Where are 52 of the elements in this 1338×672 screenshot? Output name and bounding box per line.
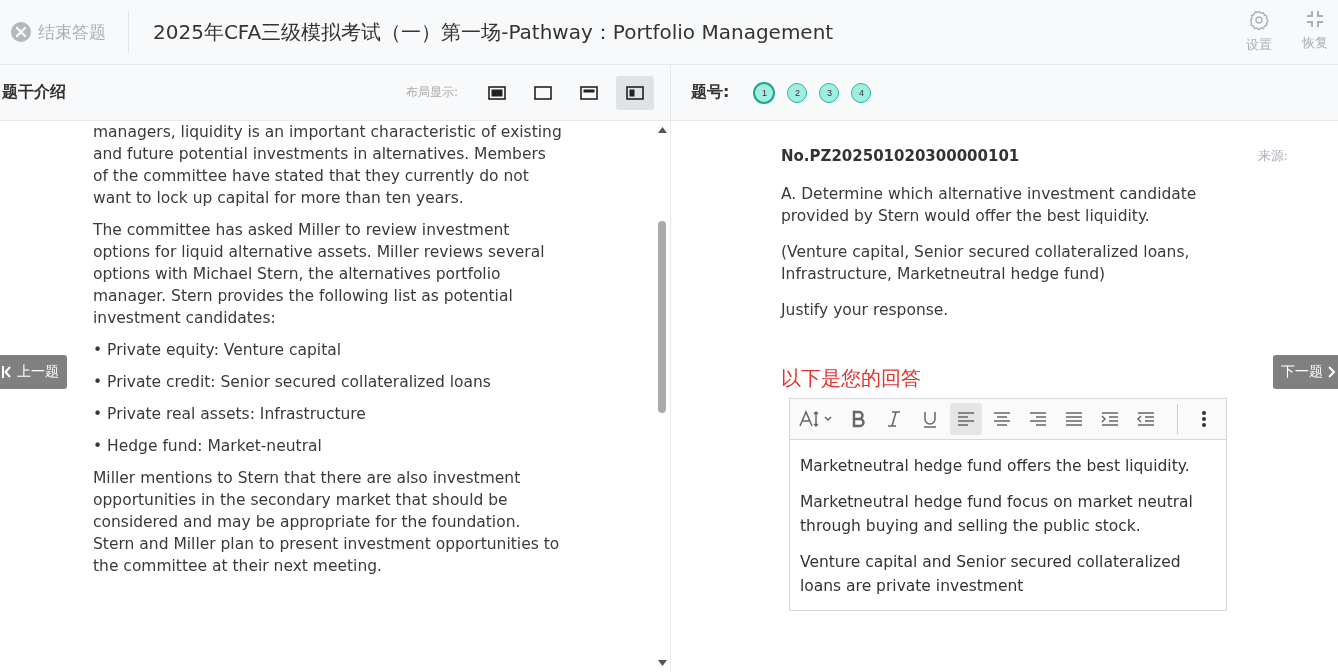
layout-plain-icon [534, 85, 552, 100]
panel-title: 题干介绍 [2, 82, 66, 103]
align-left-icon [956, 409, 976, 429]
passage-paragraph: Miller mentions to Stern that there are also investment opportunities in the secondary market that should be considered and may be appropriate for the foundation. Stern and Miller plan to present investment opportunities to the committee at their next meeting. [93, 468, 561, 577]
passage-paragraph: • Private real assets: Infrastructure [93, 404, 367, 425]
question-number-button[interactable]: 4 [851, 82, 872, 103]
source-label: 来源: [1257, 147, 1288, 165]
font-size-icon [799, 409, 835, 429]
scrollbar-thumb[interactable] [658, 221, 666, 413]
restore-button[interactable]: 恢复 [1302, 10, 1328, 54]
layout-left-icon [626, 85, 644, 100]
passage-paragraph: • Private equity: Venture capital [93, 340, 342, 361]
question-number-button[interactable]: 1 [753, 81, 776, 104]
previous-question-button[interactable]: 上一题 [0, 355, 67, 389]
answer-paragraph: Marketneutral hedge fund focus on market neutral through buying and selling the public stock. [800, 492, 1194, 537]
passage-paragraph: The committee has asked Miller to review investment options for liquid alternative assets. Miller reviews several options with Michael Stern, the alternatives portfolio manager. Stern provides the following list as potential investment candidates: [93, 220, 546, 329]
chevron-right-icon [1328, 366, 1336, 378]
question-text: (Venture capital, Senior secured collateralized loans, Infrastructure, Marketneutral hedge fund) [781, 242, 1191, 285]
question-text: Justify your response. [781, 300, 950, 321]
next-question-button[interactable]: 下一题 [1273, 355, 1338, 389]
layout-button[interactable] [616, 75, 654, 110]
end-exam-button[interactable]: 结束答题 [10, 20, 106, 44]
layout-top-icon [580, 85, 598, 100]
justify-icon [1064, 409, 1084, 429]
layout-full-icon [488, 85, 506, 100]
settings-button[interactable]: 设置 [1246, 10, 1272, 54]
scroll-down-icon[interactable] [657, 660, 667, 666]
exam-title: 2025年CFA三级模拟考试（一）第一场-Pathway：Portfolio Management [153, 18, 835, 46]
align-center-icon [992, 409, 1012, 429]
layout-label: 布局显示: [405, 84, 458, 101]
passage-paragraph: • Hedge fund: Market-neutral [93, 436, 323, 457]
chevron-left-icon [2, 366, 12, 378]
answer-paragraph: Marketneutral hedge fund offers the best liquidity. [800, 456, 1191, 477]
more-icon [1201, 409, 1207, 429]
settings-icon [1249, 10, 1269, 30]
question-id: No.PZ202501020300000101 [781, 147, 1020, 165]
passage-paragraph: • Private credit: Senior secured collateralized loans [93, 372, 492, 393]
question-number-button[interactable]: 3 [819, 82, 840, 103]
align-left-button[interactable] [950, 403, 982, 435]
outdent-icon [1136, 409, 1156, 429]
scroll-up-icon[interactable] [657, 127, 667, 133]
align-right-icon [1028, 409, 1048, 429]
question-number-button[interactable]: 2 [787, 82, 808, 103]
indent-icon [1100, 409, 1120, 429]
question-text: A. Determine which alternative investment candidate provided by Stern would offer the best liquidity. [781, 184, 1198, 227]
question-number-label: 题号: [691, 82, 730, 103]
passage-paragraph: managers, liquidity is an important characteristic of existing and future potential investments in alternatives. Members of the committee have stated that they currently do not want to lock up capital for more than ten years. [93, 122, 563, 209]
collapse-icon [1306, 10, 1324, 28]
answer-heading: 以下是您的回答 [781, 365, 922, 392]
answer-paragraph: Venture capital and Senior secured collateralized loans are private investment [800, 552, 1182, 597]
answer-editor[interactable] [789, 398, 1227, 611]
close-icon [10, 21, 32, 43]
